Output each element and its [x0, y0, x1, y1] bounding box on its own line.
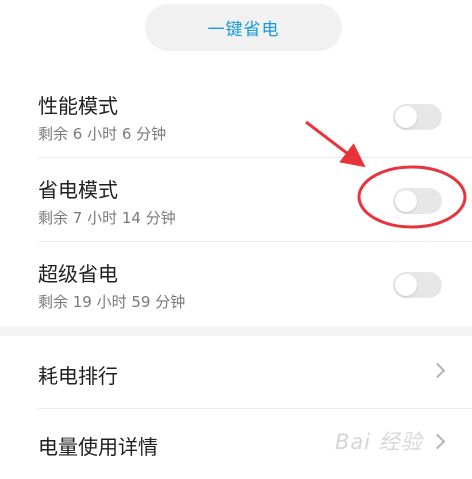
toggle-knob — [395, 274, 417, 296]
chevron-right-icon — [429, 362, 446, 379]
mode-row-power-saving: 省电模式 剩余 7 小时 14 分钟 — [0, 158, 472, 242]
super-saving-mode-toggle[interactable] — [393, 272, 442, 298]
nav-label: 电量使用详情 — [38, 435, 158, 459]
top-area: 一键省电 — [0, 0, 472, 75]
mode-remaining: 剩余 19 小时 59 分钟 — [38, 293, 186, 311]
mode-title: 省电模式 — [38, 178, 118, 202]
performance-mode-toggle[interactable] — [393, 104, 442, 130]
nav-label: 耗电排行 — [38, 364, 118, 388]
mode-remaining: 剩余 6 小时 6 分钟 — [38, 125, 167, 143]
one-key-power-save-button[interactable]: 一键省电 — [145, 4, 342, 51]
section-gap — [0, 326, 472, 336]
watermark: Bai 经验 — [335, 430, 423, 454]
power-saving-mode-toggle[interactable] — [393, 188, 442, 214]
mode-title: 性能模式 — [38, 94, 118, 118]
mode-title: 超级省电 — [38, 262, 118, 286]
nav-row-power-ranking[interactable]: 耗电排行 — [0, 338, 472, 409]
toggle-knob — [395, 190, 417, 212]
mode-row-performance: 性能模式 剩余 6 小时 6 分钟 — [0, 74, 472, 158]
toggle-knob — [395, 106, 417, 128]
mode-remaining: 剩余 7 小时 14 分钟 — [38, 209, 176, 227]
mode-row-super-saving: 超级省电 剩余 19 小时 59 分钟 — [0, 242, 472, 326]
